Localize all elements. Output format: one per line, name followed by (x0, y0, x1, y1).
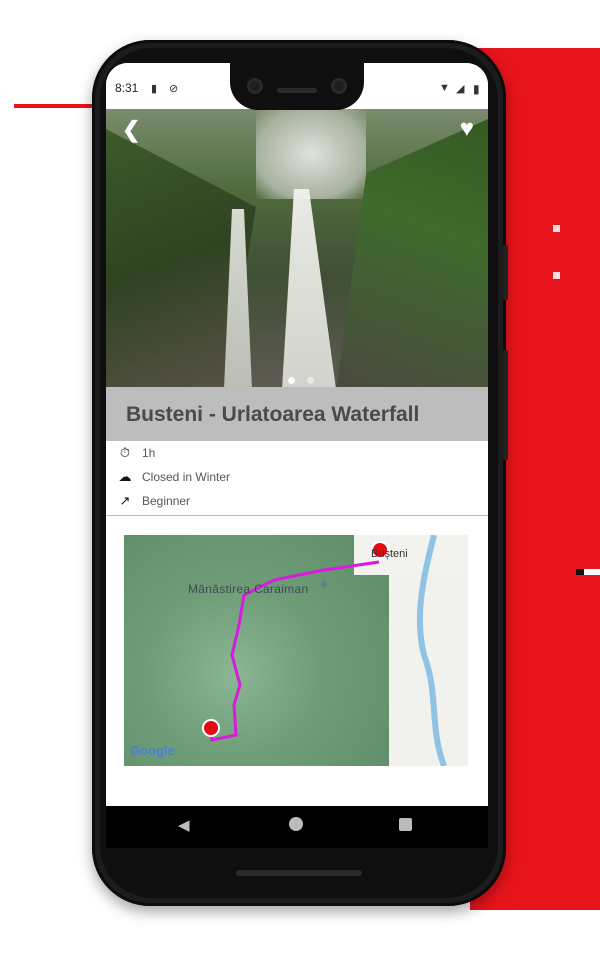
volume-button (503, 350, 508, 460)
decor-square (553, 272, 560, 279)
trending-up-icon: ↗ (119, 493, 131, 508)
front-camera-icon (331, 78, 347, 94)
decor-tick (576, 569, 584, 575)
heart-icon[interactable]: ♥ (460, 115, 474, 143)
cloud-icon: ☁ (118, 469, 132, 484)
app-screen: 8:31 ▮ ⊘ ▼ ◢ ▮ ❮ ♥ Busteni - Urlatoarea … (106, 63, 488, 848)
decor-square (553, 225, 560, 232)
map-pin-icon[interactable]: ● (320, 575, 328, 591)
trail-title: Busteni - Urlatoarea Waterfall (126, 403, 420, 426)
detail-season: ☁ Closed in Winter (106, 465, 488, 489)
front-camera-icon (247, 78, 263, 94)
nav-back-icon[interactable]: ◀ (178, 816, 190, 834)
timer-icon: ⏱ (119, 445, 131, 460)
river-path (416, 535, 447, 766)
google-watermark: Google (130, 743, 175, 758)
pager-dot[interactable] (288, 377, 295, 384)
trail-details: ⏱ 1h ☁ Closed in Winter ↗ Beginner (106, 441, 488, 513)
earpiece-speaker (277, 88, 317, 93)
title-bar: Busteni - Urlatoarea Waterfall (106, 387, 488, 441)
signal-icon: ◢ (456, 83, 465, 95)
hero-waterfall (282, 189, 336, 387)
detail-difficulty: ↗ Beginner (106, 489, 488, 513)
route-map[interactable]: Mănăstirea Caraiman ● Bușteni Google (124, 535, 468, 766)
route-start-marker[interactable] (202, 719, 220, 737)
status-time: 8:31 (115, 81, 139, 95)
hero-image[interactable]: ❮ ♥ (106, 109, 488, 387)
duration-label: 1h (142, 446, 156, 460)
hero-sky (256, 109, 366, 199)
system-nav-bar: ◀ (106, 806, 488, 848)
poi-label: Mănăstirea Caraiman (188, 582, 309, 596)
divider (106, 515, 488, 516)
season-label: Closed in Winter (142, 470, 231, 484)
detail-duration: ⏱ 1h (106, 441, 488, 465)
battery-icon: ▮ (473, 82, 480, 96)
back-arrow-icon[interactable]: ❮ (122, 117, 140, 143)
power-button (503, 245, 508, 300)
wifi-icon: ▼ (439, 82, 450, 94)
camera-notch (230, 58, 364, 110)
image-pager-dots (284, 371, 318, 387)
do-not-disturb-icon: ⊘ (169, 83, 179, 95)
nav-recents-icon[interactable] (399, 818, 412, 831)
map-overlay (202, 535, 447, 766)
sd-card-icon: ▮ (151, 83, 158, 95)
pager-dot[interactable] (307, 377, 315, 384)
phone-chin-speaker (236, 870, 362, 876)
difficulty-label: Beginner (142, 494, 191, 508)
town-label: Bușteni (371, 548, 408, 560)
nav-home-icon[interactable] (289, 817, 303, 831)
background-red-line (14, 104, 94, 108)
